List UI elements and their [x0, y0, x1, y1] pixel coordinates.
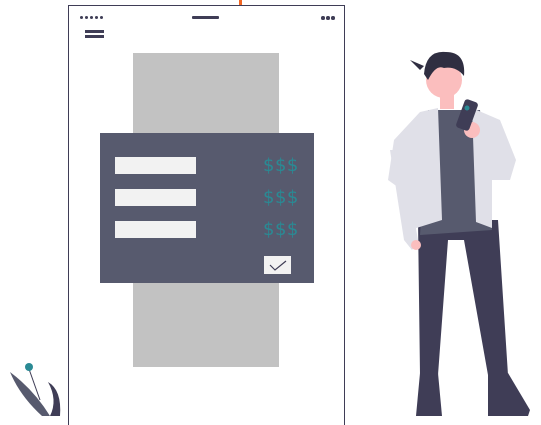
plant-illustration: [10, 363, 61, 416]
confirm-button[interactable]: [264, 256, 291, 274]
leaf: [10, 372, 50, 416]
person-illustration: [388, 51, 530, 416]
leaf: [48, 382, 61, 416]
price-label: $$$: [263, 155, 299, 176]
pricing-panel: $$$ $$$ $$$: [100, 133, 314, 283]
price-label: $$$: [263, 187, 299, 208]
flower-bud: [25, 363, 33, 371]
speaker-bar: [192, 16, 219, 19]
left-hand: [411, 240, 421, 250]
pants: [418, 220, 508, 375]
left-shoe: [416, 373, 442, 416]
text-field[interactable]: [115, 157, 196, 174]
right-shoe: [488, 373, 530, 416]
text-field[interactable]: [115, 221, 196, 238]
price-label: $$$: [263, 219, 299, 240]
text-field[interactable]: [115, 189, 196, 206]
check-icon: [269, 260, 287, 271]
